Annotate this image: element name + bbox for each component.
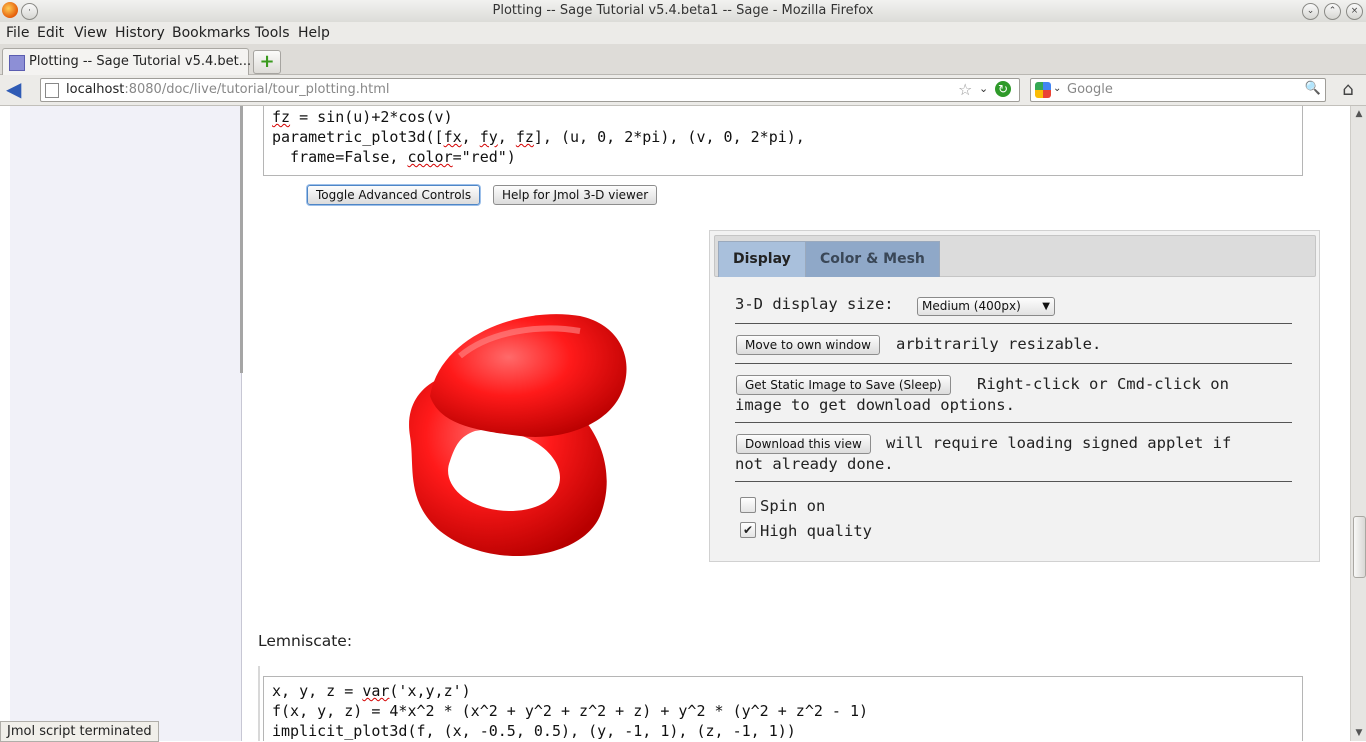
spin-on-checkbox[interactable] xyxy=(740,497,756,513)
static-description-line1: Right-click or Cmd-click on xyxy=(977,375,1229,393)
new-tab-button[interactable]: + xyxy=(253,50,281,74)
menu-tools[interactable]: Tools xyxy=(255,25,290,41)
checkmark-icon: ✔ xyxy=(742,523,754,537)
tab-display[interactable]: Display xyxy=(718,241,806,277)
static-description-line2: image to get download options. xyxy=(735,396,1015,414)
menu-help[interactable]: Help xyxy=(298,25,330,41)
menu-edit[interactable]: Edit xyxy=(37,25,64,41)
sidebar-scrollbar[interactable] xyxy=(240,106,243,373)
help-jmol-button[interactable]: Help for Jmol 3-D viewer xyxy=(493,185,658,205)
back-arrow-icon[interactable]: ◀ xyxy=(6,79,28,99)
reload-icon[interactable]: ↻ xyxy=(995,81,1011,97)
menu-bookmarks[interactable]: Bookmarks xyxy=(172,25,250,41)
download-this-view-button[interactable]: Download this view xyxy=(736,434,871,454)
lemniscate-heading: Lemniscate: xyxy=(258,632,353,650)
get-static-image-button[interactable]: Get Static Image to Save (Sleep) xyxy=(736,375,951,395)
navigation-toolbar: ◀ localhost:8080/doc/live/tutorial/tour_… xyxy=(0,75,1366,106)
spin-on-label: Spin on xyxy=(760,497,826,515)
minimize-icon[interactable]: ⌄ xyxy=(1302,3,1319,20)
download-description-line2: not already done. xyxy=(735,455,894,473)
code-line: implicit_plot3d(f, (x, -0.5, 0.5), (y, -… xyxy=(272,722,796,740)
select-arrow-icon: ▼ xyxy=(1042,301,1050,312)
search-bar[interactable]: ⌄ Google 🔍 xyxy=(1030,78,1326,102)
menu-bar: File Edit View History Bookmarks Tools H… xyxy=(0,22,1366,44)
display-size-select[interactable]: Medium (400px) ▼ xyxy=(917,297,1055,316)
menu-history[interactable]: History xyxy=(115,25,165,41)
page-content: fz = sin(u)+2*cos(v) parametric_plot3d([… xyxy=(0,106,1350,741)
home-icon[interactable]: ⌂ xyxy=(1338,80,1358,100)
sidebar xyxy=(10,106,242,741)
close-icon[interactable]: × xyxy=(1346,3,1363,20)
menu-file[interactable]: File xyxy=(6,25,29,41)
sage-favicon-icon xyxy=(9,55,25,71)
cell-indicator xyxy=(258,666,260,741)
divider xyxy=(735,363,1292,364)
code-cell-lemniscate[interactable]: x, y, z = var('x,y,z') f(x, y, z) = 4*x^… xyxy=(263,676,1303,741)
display-size-label: 3-D display size: xyxy=(735,295,894,313)
toggle-advanced-controls-button[interactable]: Toggle Advanced Controls xyxy=(307,185,481,205)
move-to-own-window-button[interactable]: Move to own window xyxy=(736,335,880,355)
scroll-down-icon[interactable]: ▼ xyxy=(1353,727,1365,739)
high-quality-checkbox[interactable]: ✔ xyxy=(740,522,756,538)
jmol-3d-plot[interactable] xyxy=(380,286,640,566)
divider xyxy=(735,323,1292,324)
url-bar[interactable]: localhost:8080/doc/live/tutorial/tour_pl… xyxy=(40,78,1020,102)
google-icon[interactable] xyxy=(1035,82,1051,98)
window-titlebar: · Plotting -- Sage Tutorial v5.4.beta1 -… xyxy=(0,0,1366,23)
tab-plotting[interactable]: Plotting -- Sage Tutorial v5.4.bet... xyxy=(2,48,252,75)
maximize-icon[interactable]: ⌃ xyxy=(1324,3,1341,20)
tab-color-mesh[interactable]: Color & Mesh xyxy=(805,241,940,277)
code-line: parametric_plot3d([fx, fy, fz], (u, 0, 2… xyxy=(272,128,805,146)
code-line: frame=False, color="red") xyxy=(272,148,516,166)
divider xyxy=(735,481,1292,482)
page-icon xyxy=(45,83,59,98)
search-engine-dropdown-icon[interactable]: ⌄ xyxy=(1053,83,1061,94)
tab-label: Plotting -- Sage Tutorial v5.4.bet... xyxy=(29,54,252,69)
code-line: f(x, y, z) = 4*x^2 * (x^2 + y^2 + z^2 + … xyxy=(272,702,869,720)
jmol-controls-panel: Display Color & Mesh 3-D display size: M… xyxy=(709,230,1320,562)
code-line: x, y, z = var('x,y,z') xyxy=(272,682,471,700)
code-line: fz = sin(u)+2*cos(v) xyxy=(272,108,453,126)
menu-view[interactable]: View xyxy=(74,25,107,41)
code-cell-parametric[interactable]: fz = sin(u)+2*cos(v) parametric_plot3d([… xyxy=(263,106,1303,176)
url-text[interactable]: localhost:8080/doc/live/tutorial/tour_pl… xyxy=(66,82,390,97)
search-input[interactable]: Google xyxy=(1067,82,1113,97)
move-description: arbitrarily resizable. xyxy=(896,335,1102,353)
scroll-up-icon[interactable]: ▲ xyxy=(1353,108,1365,120)
panel-tab-strip: Display Color & Mesh xyxy=(714,235,1316,277)
high-quality-label: High quality xyxy=(760,522,872,540)
scrollbar-thumb[interactable] xyxy=(1353,516,1366,578)
url-dropdown-icon[interactable]: ⌄ xyxy=(979,82,988,95)
bookmark-star-icon[interactable]: ☆ xyxy=(958,80,972,99)
page-scrollbar[interactable]: ▲ ▼ xyxy=(1350,106,1366,741)
window-title: Plotting -- Sage Tutorial v5.4.beta1 -- … xyxy=(492,3,874,18)
tab-bar: Plotting -- Sage Tutorial v5.4.bet... + xyxy=(0,44,1366,75)
download-description-line1: will require loading signed applet if xyxy=(886,434,1232,452)
status-bar: Jmol script terminated xyxy=(0,721,159,742)
divider xyxy=(735,422,1292,423)
search-binoculars-icon[interactable]: 🔍 xyxy=(1305,81,1321,96)
